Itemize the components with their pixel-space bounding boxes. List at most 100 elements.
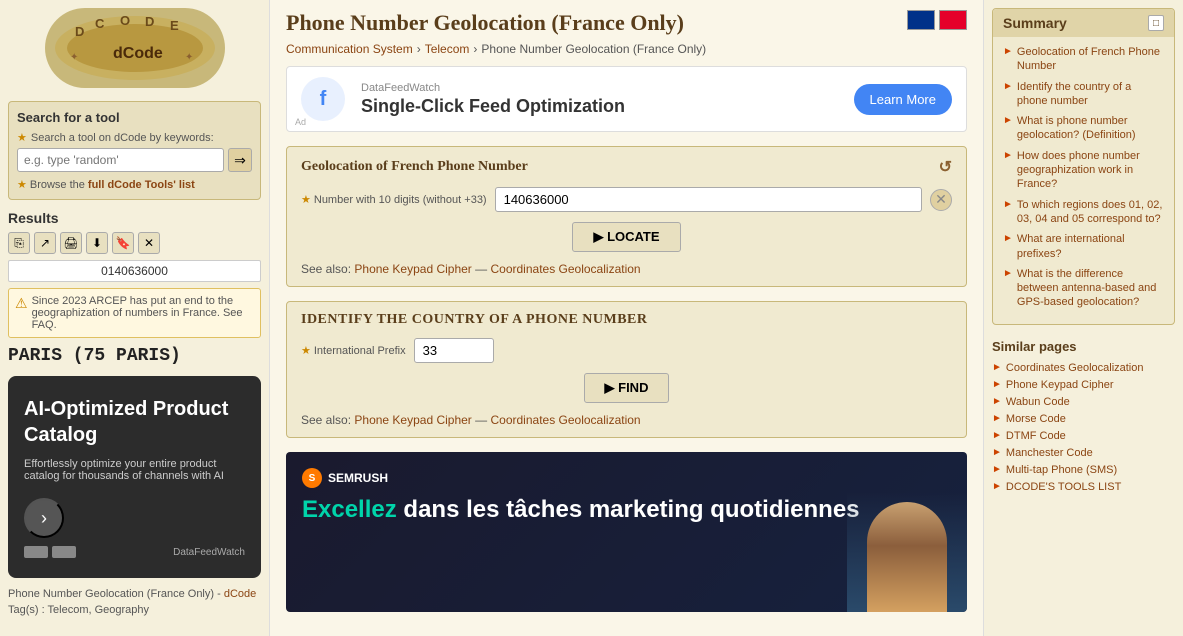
semrush-highlight: Excellez — [302, 496, 397, 523]
flag-icons — [907, 10, 967, 30]
semrush-brand: S SEMRUSH — [302, 468, 951, 488]
summary-link-3[interactable]: What is phone number geolocation? (Defin… — [1017, 114, 1164, 143]
similar-item: ► Manchester Code — [992, 447, 1175, 459]
similar-arrow-2: ► — [992, 379, 1002, 390]
search-go-button[interactable]: ⇒ — [228, 148, 252, 172]
similar-link-2[interactable]: Phone Keypad Cipher — [1006, 379, 1114, 391]
download-button[interactable]: ⬇ — [86, 232, 108, 254]
print-button[interactable]: 🖨 — [60, 232, 82, 254]
identify-section-title: Identify the Country of a Phone Number — [301, 312, 952, 328]
banner-ad-label: Ad — [295, 117, 306, 127]
identify-input-label: ★ International Prefix — [301, 344, 406, 357]
summary-item: ► Identify the country of a phone number — [1003, 80, 1164, 109]
sidebar-ad: AI-Optimized Product Catalog Effortlessl… — [8, 376, 261, 578]
summary-item: ► Geolocation of French Phone Number — [1003, 45, 1164, 74]
semrush-ad: S SEMRUSH Excellez dans les tâches marke… — [286, 452, 967, 612]
top-banner-ad: f DataFeedWatch Single-Click Feed Optimi… — [286, 66, 967, 132]
sidebar-ad-footer: DataFeedWatch — [24, 546, 245, 558]
summary-link-6[interactable]: What are international prefixes? — [1017, 232, 1164, 261]
logo-image: D C O D E dCode ✦ ✦ — [45, 8, 225, 88]
international-prefix-input[interactable] — [414, 338, 494, 363]
banner-text: DataFeedWatch Single-Click Feed Optimiza… — [361, 82, 838, 117]
breadcrumb-communication[interactable]: Communication System — [286, 42, 413, 56]
similar-item: ► DCODE'S TOOLS LIST — [992, 481, 1175, 493]
svg-text:O: O — [120, 13, 130, 28]
search-input[interactable] — [17, 148, 224, 172]
full-tools-list-link[interactable]: full dCode Tools' list — [88, 179, 195, 191]
see-also-coordinates-link-1[interactable]: Coordinates Geolocalization — [491, 262, 641, 276]
page-title: Phone Number Geolocation (France Only) — [286, 10, 684, 36]
banner-cta-button[interactable]: Learn More — [854, 84, 952, 115]
refresh-icon[interactable]: ↺ — [939, 157, 952, 177]
summary-item: ► To which regions does 01, 02, 03, 04 a… — [1003, 198, 1164, 227]
copy-button[interactable]: ⎘ — [8, 232, 30, 254]
summary-items: ► Geolocation of French Phone Number ► I… — [993, 37, 1174, 324]
similar-link-1[interactable]: Coordinates Geolocalization — [1006, 362, 1144, 374]
clear-phone-input-button[interactable]: ✕ — [930, 189, 952, 211]
similar-link-3[interactable]: Wabun Code — [1006, 396, 1070, 408]
warning-icon: ⚠ — [15, 295, 28, 331]
summary-link-1[interactable]: Geolocation of French Phone Number — [1017, 45, 1164, 74]
page-header: Phone Number Geolocation (France Only) — [286, 10, 967, 36]
similar-item: ► Phone Keypad Cipher — [992, 379, 1175, 391]
search-keywords-label: ★ Search a tool on dCode by keywords: — [17, 131, 252, 144]
summary-arrow-2: ► — [1003, 81, 1013, 92]
summary-title: Summary — [1003, 15, 1067, 31]
summary-link-5[interactable]: To which regions does 01, 02, 03, 04 and… — [1017, 198, 1164, 227]
summary-arrow-5: ► — [1003, 199, 1013, 210]
summary-item: ► What is phone number geolocation? (Def… — [1003, 114, 1164, 143]
sidebar-ad-desc: Effortlessly optimize your entire produc… — [24, 458, 245, 482]
browse-tools-label: ★ Browse the full dCode Tools' list — [17, 178, 252, 191]
similar-link-8[interactable]: DCODE'S TOOLS LIST — [1006, 481, 1121, 493]
results-toolbar: ⎘ ↗ 🖨 ⬇ 🔖 ✕ — [8, 232, 261, 254]
summary-box: Summary □ ► Geolocation of French Phone … — [992, 8, 1175, 325]
sidebar-ad-title: AI-Optimized Product Catalog — [24, 396, 245, 448]
similar-link-7[interactable]: Multi-tap Phone (SMS) — [1006, 464, 1117, 476]
identify-section: Identify the Country of a Phone Number ★… — [286, 301, 967, 438]
geolocation-see-also: See also: Phone Keypad Cipher — Coordina… — [301, 262, 952, 276]
geolocation-input-row: ★ Number with 10 digits (without +33) ✕ — [301, 187, 952, 212]
svg-text:D: D — [145, 14, 154, 29]
similar-arrow-7: ► — [992, 464, 1002, 475]
close-results-button[interactable]: ✕ — [138, 232, 160, 254]
see-also-keypad-link-2[interactable]: Phone Keypad Cipher — [354, 413, 471, 427]
results-number: 0140636000 — [8, 260, 261, 282]
summary-link-2[interactable]: Identify the country of a phone number — [1017, 80, 1164, 109]
sidebar-ad-cta-button[interactable]: › — [24, 498, 64, 538]
site-logo: D C O D E dCode ✦ ✦ — [8, 8, 261, 91]
similar-link-6[interactable]: Manchester Code — [1006, 447, 1093, 459]
share-button[interactable]: ↗ — [34, 232, 56, 254]
sidebar-bottom-link: Phone Number Geolocation (France Only) -… — [8, 588, 261, 600]
summary-arrow-7: ► — [1003, 268, 1013, 279]
similar-link-4[interactable]: Morse Code — [1006, 413, 1066, 425]
similar-item: ► Morse Code — [992, 413, 1175, 425]
see-also-coordinates-link-2[interactable]: Coordinates Geolocalization — [491, 413, 641, 427]
warning-text: Since 2023 ARCEP has put an end to the g… — [32, 295, 254, 331]
identify-input-row: ★ International Prefix — [301, 338, 952, 363]
summary-item: ► What are international prefixes? — [1003, 232, 1164, 261]
summary-arrow-3: ► — [1003, 115, 1013, 126]
summary-link-7[interactable]: What is the difference between antenna-b… — [1017, 267, 1164, 310]
breadcrumb-telecom[interactable]: Telecom — [425, 42, 470, 56]
svg-text:✦: ✦ — [185, 52, 193, 63]
similar-arrow-8: ► — [992, 481, 1002, 492]
similar-link-5[interactable]: DTMF Code — [1006, 430, 1066, 442]
ad-small-logo — [24, 546, 48, 558]
similar-item: ► DTMF Code — [992, 430, 1175, 442]
see-also-keypad-link-1[interactable]: Phone Keypad Cipher — [354, 262, 471, 276]
find-button[interactable]: ▶ FIND — [584, 373, 670, 403]
similar-arrow-4: ► — [992, 413, 1002, 424]
breadcrumb-current: Phone Number Geolocation (France Only) — [481, 42, 706, 56]
sidebar-tags: Tag(s) : Telecom, Geography — [8, 604, 261, 616]
phone-number-input[interactable] — [495, 187, 922, 212]
locate-button[interactable]: ▶ LOCATE — [572, 222, 680, 252]
summary-link-4[interactable]: How does phone number geographization wo… — [1017, 149, 1164, 192]
main-content: Phone Number Geolocation (France Only) C… — [270, 0, 983, 636]
bookmark-button[interactable]: 🔖 — [112, 232, 134, 254]
similar-arrow-3: ► — [992, 396, 1002, 407]
sidebar: D C O D E dCode ✦ ✦ Search for a tool ★ … — [0, 0, 270, 636]
france-flag-red — [939, 10, 967, 30]
dcode-link[interactable]: dCode — [224, 588, 256, 600]
summary-toggle-button[interactable]: □ — [1148, 15, 1164, 31]
svg-text:dCode: dCode — [113, 45, 163, 62]
